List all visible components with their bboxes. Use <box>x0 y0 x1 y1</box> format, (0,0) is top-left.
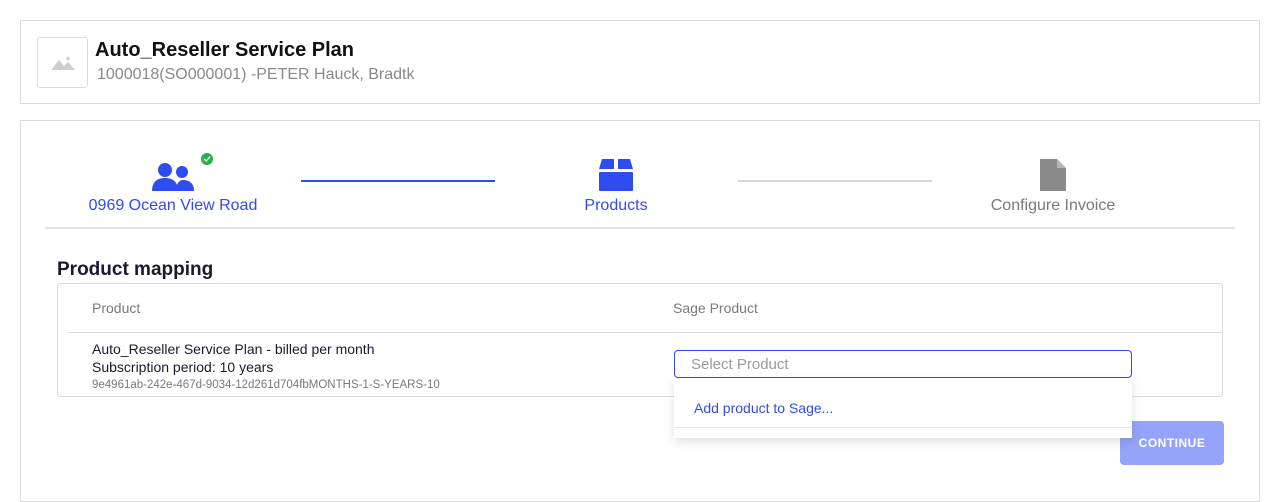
column-header-sage-product: Sage Product <box>673 300 758 316</box>
sage-product-select[interactable]: Select Product <box>674 350 1132 378</box>
product-id: 9e4961ab-242e-467d-9034-12d261d704fbMONT… <box>92 379 440 391</box>
sage-product-dropdown: Add product to Sage... <box>674 378 1132 438</box>
document-icon <box>1040 159 1066 191</box>
step-label-customer: 0969 Ocean View Road <box>88 197 258 214</box>
step-customer[interactable]: 0969 Ocean View Road <box>53 153 293 215</box>
users-icon <box>152 163 194 191</box>
dropdown-divider <box>674 427 1132 428</box>
step-configure-invoice[interactable]: Configure Invoice <box>933 155 1173 215</box>
table-divider <box>68 332 1222 333</box>
plan-header-card: Auto_Reseller Service Plan 1000018(SO000… <box>20 20 1260 104</box>
continue-button[interactable]: CONTINUE <box>1120 421 1224 465</box>
check-icon <box>201 153 213 165</box>
box-icon <box>599 159 633 191</box>
select-placeholder: Select Product <box>691 356 789 373</box>
subscription-period: Subscription period: 10 years <box>92 359 274 375</box>
product-name: Auto_Reseller Service Plan - billed per … <box>92 341 375 357</box>
plan-thumbnail <box>37 37 88 88</box>
step-connector-pending <box>738 180 932 182</box>
image-placeholder-icon <box>50 56 75 70</box>
step-connector-complete <box>301 180 495 182</box>
plan-title: Auto_Reseller Service Plan <box>95 39 355 61</box>
main-card: 0969 Ocean View Road Products Configure … <box>20 120 1260 502</box>
step-products[interactable]: Products <box>496 155 736 215</box>
add-product-option[interactable]: Add product to Sage... <box>694 400 833 416</box>
plan-subtitle: 1000018(SO000001) -PETER Hauck, Bradtk <box>97 66 415 83</box>
table-row: Auto_Reseller Service Plan - billed per … <box>92 340 440 394</box>
section-title: Product mapping <box>57 259 214 280</box>
step-label-products: Products <box>584 197 648 214</box>
stepper: 0969 Ocean View Road Products Configure … <box>45 121 1235 229</box>
step-label-configure-invoice: Configure Invoice <box>990 197 1116 214</box>
column-header-product: Product <box>92 300 141 316</box>
